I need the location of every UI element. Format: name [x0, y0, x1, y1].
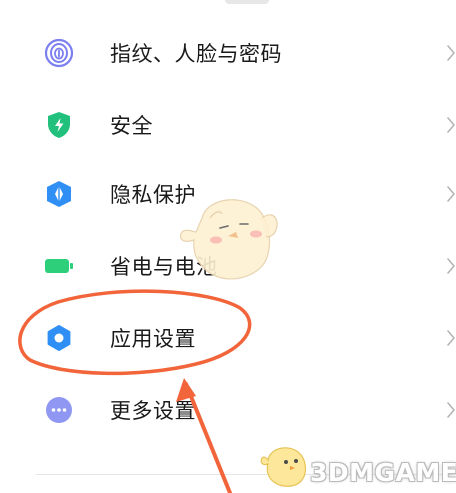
list-divider — [36, 474, 456, 475]
chevron-right-icon — [444, 397, 456, 423]
menu-item-label: 应用设置 — [110, 327, 196, 351]
battery-icon — [44, 251, 74, 281]
chevron-right-icon — [444, 325, 456, 351]
shield-bolt-icon — [44, 110, 74, 140]
chevron-right-icon — [444, 181, 456, 207]
fingerprint-icon — [44, 38, 74, 68]
menu-item-label: 更多设置 — [110, 399, 196, 423]
menu-item-label: 隐私保护 — [110, 183, 196, 207]
menu-item-label: 安全 — [110, 114, 153, 138]
menu-item-label: 指纹、人脸与密码 — [110, 42, 282, 66]
chevron-right-icon — [444, 40, 456, 66]
menu-item-security[interactable]: 安全 — [0, 89, 456, 161]
menu-item-privacy[interactable]: 隐私保护 — [0, 158, 456, 230]
gear-icon — [44, 323, 74, 353]
privacy-shield-icon — [44, 179, 74, 209]
chevron-right-icon — [444, 253, 456, 279]
more-dots-icon — [44, 395, 74, 425]
settings-menu-list: 指纹、人脸与密码 安全 隐私保护 省电与电池 应用设置 更多设置 — [0, 0, 456, 493]
menu-item-more-settings[interactable]: 更多设置 — [0, 374, 456, 446]
menu-item-app-settings[interactable]: 应用设置 — [0, 302, 456, 374]
chevron-right-icon — [444, 112, 456, 138]
settings-screen: 指纹、人脸与密码 安全 隐私保护 省电与电池 应用设置 更多设置 3DMGAME — [0, 0, 456, 493]
menu-item-battery[interactable]: 省电与电池 — [0, 230, 456, 302]
menu-item-label: 省电与电池 — [110, 255, 218, 279]
menu-item-fingerprint-face-password[interactable]: 指纹、人脸与密码 — [0, 17, 456, 89]
